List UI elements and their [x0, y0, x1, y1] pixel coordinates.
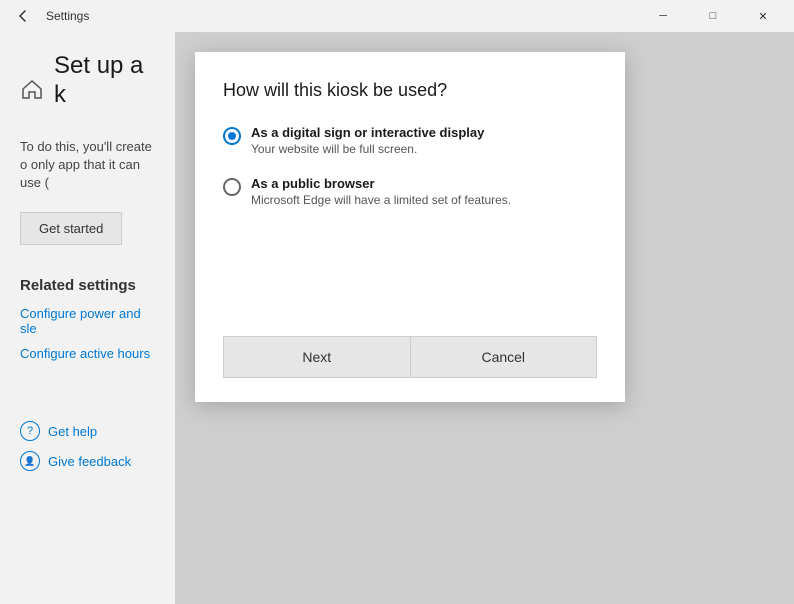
home-icon [20, 77, 44, 101]
get-help-label: Get help [48, 424, 97, 439]
maximize-button[interactable]: □ [690, 0, 736, 32]
digital-sign-label-group: As a digital sign or interactive display… [251, 125, 484, 156]
feedback-icon: 👤 [20, 451, 40, 471]
digital-sign-option[interactable]: As a digital sign or interactive display… [223, 125, 597, 156]
page-title: Set up a k [54, 52, 155, 110]
page-description: To do this, you'll create o only app tha… [20, 138, 155, 193]
public-browser-title: As a public browser [251, 176, 511, 191]
kiosk-dialog: How will this kiosk be used? As a digita… [195, 52, 625, 402]
public-browser-desc: Microsoft Edge will have a limited set o… [251, 193, 511, 207]
dialog-footer: Next Cancel [223, 336, 597, 378]
public-browser-radio[interactable] [223, 178, 241, 196]
back-button[interactable] [8, 1, 38, 31]
configure-hours-link[interactable]: Configure active hours [20, 346, 155, 361]
dialog-overlay: How will this kiosk be used? As a digita… [175, 32, 794, 604]
titlebar: Settings ─ □ ✕ [0, 0, 794, 32]
get-help-item[interactable]: ? Get help [20, 421, 155, 441]
public-browser-label-group: As a public browser Microsoft Edge will … [251, 176, 511, 207]
window-title: Settings [46, 9, 89, 23]
configure-power-link[interactable]: Configure power and sle [20, 306, 155, 336]
window-controls: ─ □ ✕ [640, 0, 786, 32]
titlebar-left: Settings [8, 1, 89, 31]
digital-sign-title: As a digital sign or interactive display [251, 125, 484, 140]
help-section: ? Get help 👤 Give feedback [20, 421, 155, 471]
give-feedback-item[interactable]: 👤 Give feedback [20, 451, 155, 471]
give-feedback-label: Give feedback [48, 454, 131, 469]
close-button[interactable]: ✕ [740, 0, 786, 32]
cancel-button[interactable]: Cancel [411, 336, 598, 378]
digital-sign-desc: Your website will be full screen. [251, 142, 484, 156]
minimize-button[interactable]: ─ [640, 0, 686, 32]
public-browser-option[interactable]: As a public browser Microsoft Edge will … [223, 176, 597, 207]
left-panel: Set up a k To do this, you'll create o o… [0, 32, 175, 604]
main-content: Set up a k To do this, you'll create o o… [0, 32, 794, 604]
radio-group: As a digital sign or interactive display… [223, 125, 597, 316]
digital-sign-radio[interactable] [223, 127, 241, 145]
help-icon: ? [20, 421, 40, 441]
next-button[interactable]: Next [223, 336, 411, 378]
dialog-title: How will this kiosk be used? [223, 80, 597, 101]
related-settings-heading: Related settings [20, 277, 155, 294]
get-started-button[interactable]: Get started [20, 212, 122, 245]
